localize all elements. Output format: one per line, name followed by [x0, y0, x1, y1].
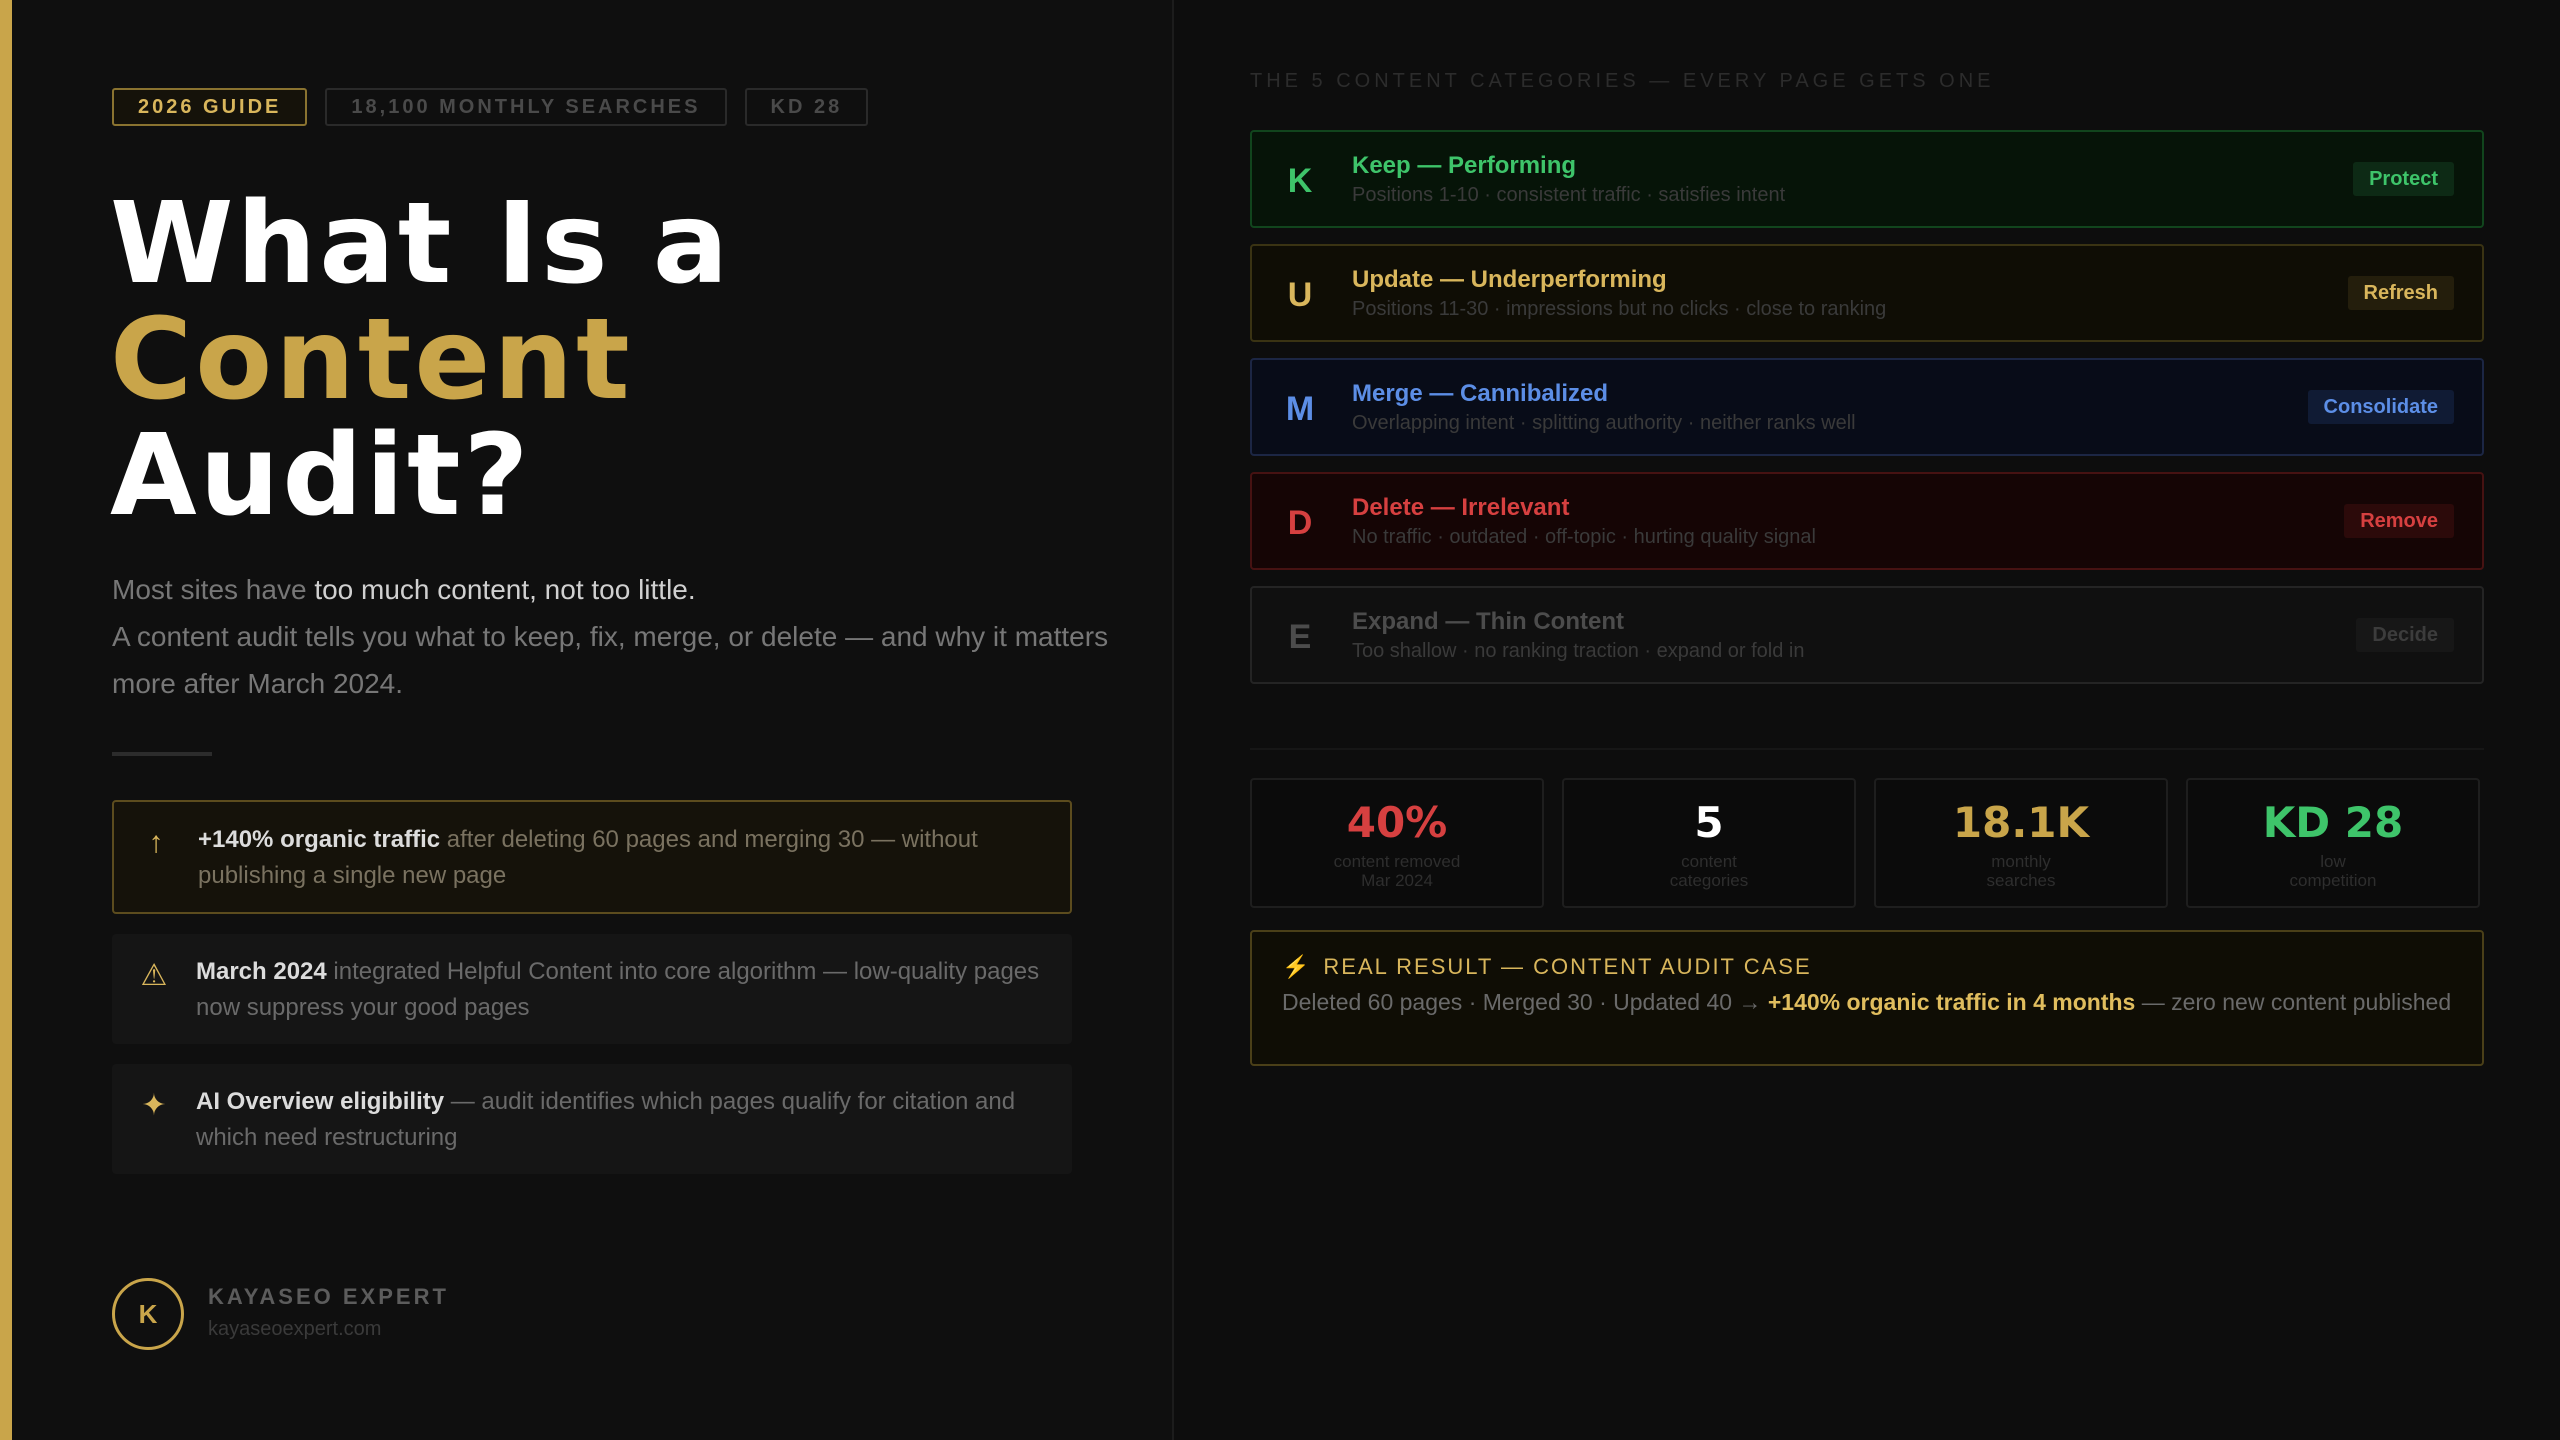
stat-card-content-removed: 40% content removed Mar 2024	[1250, 778, 1544, 908]
tag-kd: KD 28	[744, 88, 869, 126]
category-letter: M	[1285, 390, 1315, 428]
category-name: Keep — Performing	[1352, 152, 1577, 179]
stat-label-line-2: categories	[1669, 871, 1749, 890]
stat-value: 40%	[1346, 798, 1448, 847]
warning-icon: ⚠	[140, 959, 168, 992]
category-expand: E Expand — Thin Content Too shallow · no…	[1250, 586, 2484, 684]
result-heading-text: REAL RESULT — CONTENT AUDIT CASE	[1323, 954, 1812, 979]
tag-searches: 18,100 MONTHLY SEARCHES	[325, 88, 727, 126]
intro-highlight: too much content, not too little.	[314, 574, 696, 605]
fact-text: +140% organic traffic after deleting 60 …	[198, 802, 1070, 894]
category-action-badge: Remove	[2344, 504, 2454, 538]
stat-label-line-2: searches	[1986, 871, 2056, 890]
category-desc: No traffic · outdated · off-topic · hurt…	[1352, 526, 1816, 548]
categories-label: THE 5 CONTENT CATEGORIES — EVERY PAGE GE…	[1250, 70, 1995, 92]
category-desc: Positions 11-30 · impressions but no cli…	[1352, 298, 1887, 320]
stat-label: low competition	[2188, 852, 2478, 890]
brand-url[interactable]: kayaseoexpert.com	[208, 1318, 381, 1341]
intro-pre: Most sites have	[112, 574, 315, 605]
stat-label-line-1: low	[2320, 852, 2346, 871]
category-delete: D Delete — Irrelevant No traffic · outda…	[1250, 472, 2484, 570]
category-desc: Too shallow · no ranking traction · expa…	[1352, 640, 1805, 662]
fact-card-ai-overview: ✦ AI Overview eligibility — audit identi…	[112, 1064, 1072, 1174]
stat-value: 18.1K	[1952, 798, 2090, 847]
fact-bold: March 2024	[196, 958, 327, 985]
section-divider	[112, 752, 212, 756]
lightning-icon: ⚡	[1282, 954, 1312, 979]
fact-card-march-2024: ⚠ March 2024 integrated Helpful Content …	[112, 934, 1072, 1044]
category-letter: E	[1288, 618, 1312, 656]
fact-text: AI Overview eligibility — audit identifi…	[196, 1064, 1072, 1156]
intro-text: Most sites have too much content, not to…	[112, 566, 1112, 707]
title-line-3: Audit?	[110, 411, 532, 541]
accent-strip	[0, 0, 12, 1440]
result-post: — zero new content published	[2135, 989, 2452, 1015]
fact-card-traffic: ↑ +140% organic traffic after deleting 6…	[112, 800, 1072, 914]
category-merge: M Merge — Cannibalized Overlapping inten…	[1250, 358, 2484, 456]
stat-value: KD 28	[2262, 798, 2404, 847]
fact-bold: AI Overview eligibility	[196, 1088, 445, 1115]
category-desc: Positions 1-10 · consistent traffic · sa…	[1352, 184, 1786, 206]
right-panel: THE 5 CONTENT CATEGORIES — EVERY PAGE GE…	[1174, 0, 2560, 1440]
category-name: Delete — Irrelevant	[1352, 494, 1570, 521]
result-heading: ⚡ REAL RESULT — CONTENT AUDIT CASE	[1282, 954, 1812, 980]
brand-name: KAYASEO EXPERT	[208, 1284, 449, 1309]
arrow-up-icon: ↑	[148, 826, 164, 859]
tag-row: 2026 GUIDE 18,100 MONTHLY SEARCHES KD 28	[112, 88, 869, 126]
category-update: U Update — Underperforming Positions 11-…	[1250, 244, 2484, 342]
stat-label: content categories	[1564, 852, 1854, 890]
category-name: Update — Underperforming	[1352, 266, 1667, 293]
stat-card-searches: 18.1K monthly searches	[1874, 778, 2168, 908]
fact-bold: +140% organic traffic	[198, 826, 441, 853]
fact-text: March 2024 integrated Helpful Content in…	[196, 934, 1072, 1026]
category-name: Expand — Thin Content	[1352, 608, 1624, 635]
stat-value: 5	[1694, 798, 1724, 847]
stat-label: monthly searches	[1876, 852, 2166, 890]
result-pre: Deleted 60 pages · Merged 30 · Updated 4…	[1282, 989, 1768, 1015]
result-body: Deleted 60 pages · Merged 30 · Updated 4…	[1282, 988, 2452, 1016]
stat-card-kd: KD 28 low competition	[2186, 778, 2480, 908]
stat-label-line-2: competition	[2289, 871, 2377, 890]
left-panel: 2026 GUIDE 18,100 MONTHLY SEARCHES KD 28…	[12, 0, 1172, 1440]
intro-line-2: A content audit tells you what to keep, …	[112, 621, 1109, 699]
category-action-badge: Consolidate	[2307, 390, 2454, 424]
page-title: What Is a Content Audit?	[110, 186, 731, 534]
category-action-badge: Protect	[2353, 162, 2454, 196]
category-letter: K	[1287, 162, 1313, 200]
category-letter: U	[1287, 276, 1313, 314]
tag-guide: 2026 GUIDE	[112, 88, 308, 126]
category-name: Merge — Cannibalized	[1352, 380, 1609, 407]
category-action-badge: Refresh	[2347, 276, 2454, 310]
stat-label-line-2: Mar 2024	[1361, 871, 1433, 890]
result-card: ⚡ REAL RESULT — CONTENT AUDIT CASE Delet…	[1250, 930, 2484, 1066]
category-letter: D	[1287, 504, 1313, 542]
stat-label-line-1: monthly	[1991, 852, 2051, 871]
category-keep: K Keep — Performing Positions 1-10 · con…	[1250, 130, 2484, 228]
title-line-2: Content	[110, 295, 633, 425]
category-action-badge: Decide	[2356, 618, 2454, 652]
result-bold: +140% organic traffic in 4 months	[1767, 989, 2136, 1015]
sparkle-icon: ✦	[141, 1089, 167, 1122]
brand-logo: K	[112, 1278, 184, 1350]
stat-card-categories: 5 content categories	[1562, 778, 1856, 908]
title-line-1: What Is a	[110, 179, 732, 309]
stats-divider	[1250, 748, 2484, 750]
stat-label: content removed Mar 2024	[1252, 852, 1542, 890]
stat-label-line-1: content	[1681, 852, 1737, 871]
stat-label-line-1: content removed	[1333, 852, 1461, 871]
category-desc: Overlapping intent · splitting authority…	[1352, 412, 1856, 434]
